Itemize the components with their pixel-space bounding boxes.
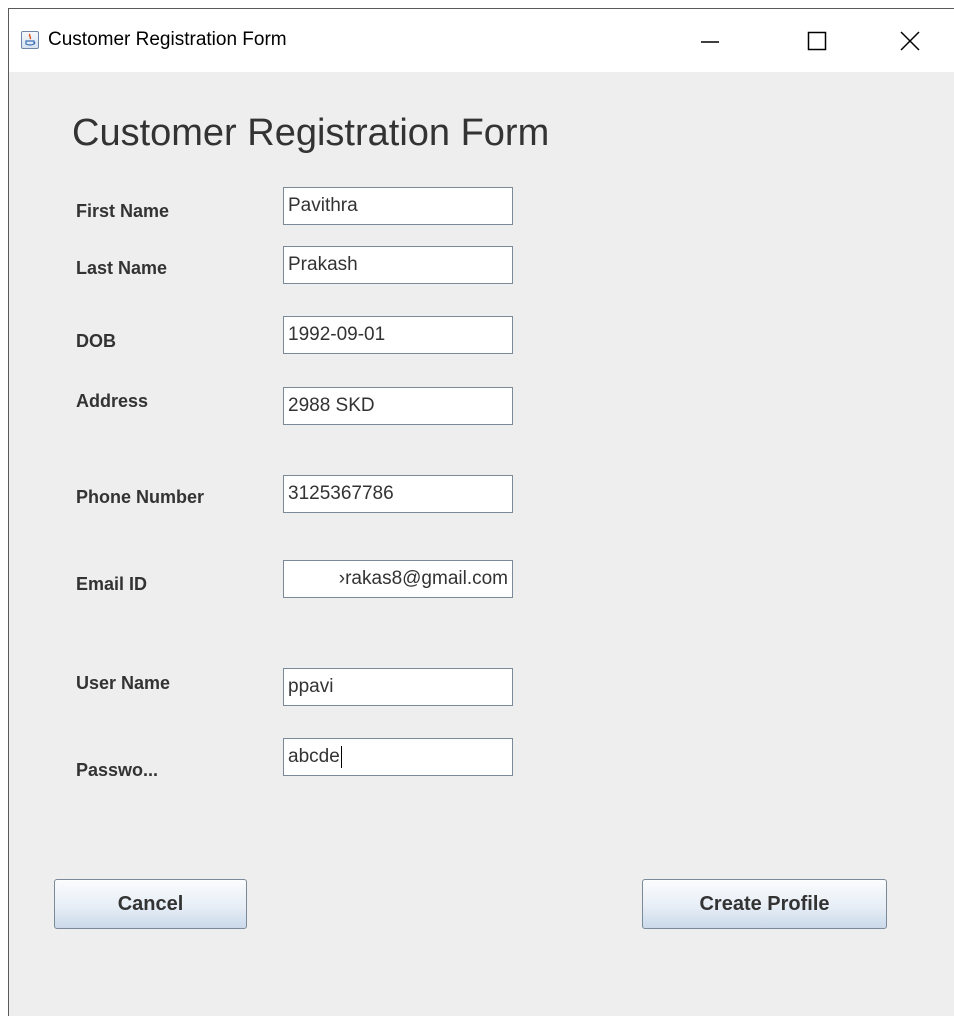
address-field[interactable]: 2988 SKD [283,387,513,425]
java-app-icon[interactable] [21,31,39,49]
address-label: Address [76,391,149,411]
phone-number-label: Phone Number [76,487,205,507]
dob-field[interactable]: 1992-09-01 [283,316,513,354]
first-name-label: First Name [76,201,170,221]
close-button[interactable] [874,9,946,72]
minimize-icon [701,40,719,43]
title-bar[interactable]: Customer Registration Form [9,9,954,72]
window-title: Customer Registration Form [48,29,287,50]
email-id-label: Email ID [76,574,148,594]
user-name-field[interactable]: ppavi [283,668,513,706]
password-label: Passwo... [76,760,159,780]
cancel-button[interactable]: Cancel [54,879,247,929]
maximize-button[interactable] [781,9,853,72]
user-name-label: User Name [76,673,171,693]
create-profile-button[interactable]: Create Profile [642,879,887,929]
last-name-field[interactable]: Prakash [283,246,513,284]
last-name-label: Last Name [76,258,168,278]
maximize-icon [807,31,827,50]
first-name-field[interactable]: Pavithra [283,187,513,225]
dob-label: DOB [76,331,116,351]
text-caret [340,746,342,768]
close-icon [900,30,920,51]
password-field[interactable]: abcde [283,738,513,776]
form-heading: Customer Registration Form [72,112,550,154]
minimize-button[interactable] [674,9,746,72]
email-id-field[interactable]: ›rakas8@gmail.com [283,560,513,598]
password-text: abcde [288,746,340,767]
phone-number-field[interactable]: 3125367786 [283,475,513,513]
registration-window: Customer Registration Form Customer Regi… [8,8,954,1016]
